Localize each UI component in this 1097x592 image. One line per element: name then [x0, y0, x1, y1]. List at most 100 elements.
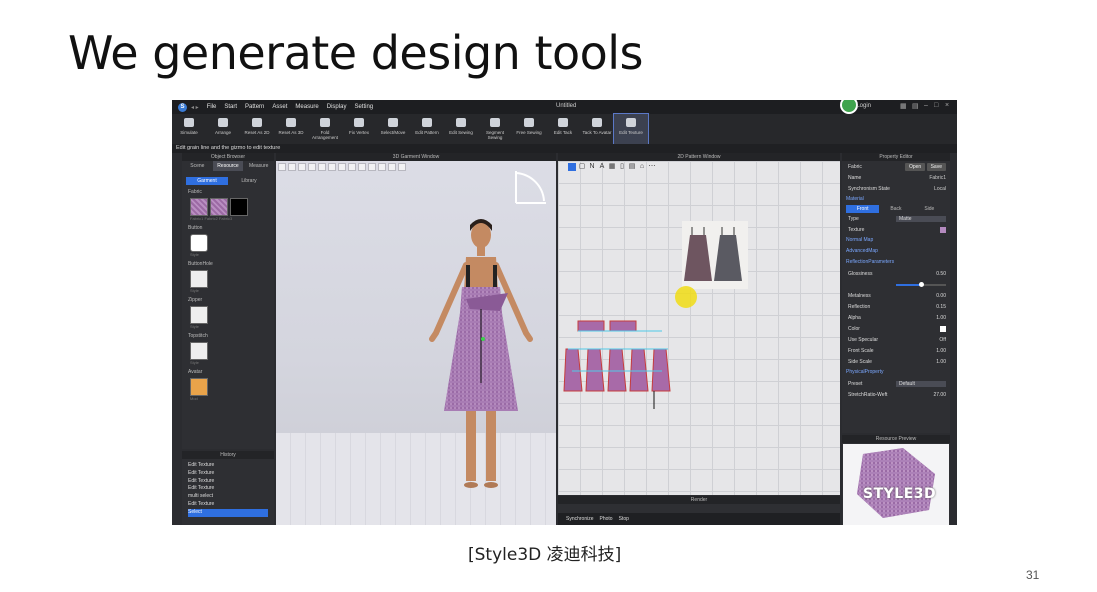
view-icon[interactable]: [278, 163, 286, 171]
tool-reset-2d[interactable]: Reset As 2D: [240, 114, 274, 144]
history-item[interactable]: Edit Texture: [188, 501, 268, 509]
fabric-thumb-1[interactable]: [190, 198, 208, 216]
nav-arrows-icon[interactable]: ◂ ▸: [191, 104, 199, 111]
category-fabric[interactable]: Fabric: [188, 189, 274, 195]
garment-3d-window[interactable]: 3D Garment Window: [276, 153, 556, 525]
hanger-icon[interactable]: ⌂: [638, 163, 646, 171]
view-icon[interactable]: [318, 163, 326, 171]
category-buttonhole[interactable]: ButtonHole: [188, 261, 274, 267]
tool-tack-to-avatar[interactable]: Tack To Avatar: [580, 114, 614, 144]
material-section[interactable]: Material: [842, 194, 950, 205]
tool-segment-sewing[interactable]: Segment Sewing: [478, 114, 512, 144]
tab-resource[interactable]: Resource: [212, 161, 244, 171]
avatar-thumb[interactable]: [190, 378, 208, 396]
app-logo-icon[interactable]: S: [178, 102, 187, 112]
history-item[interactable]: Edit Texture: [188, 470, 268, 478]
close-icon[interactable]: ×: [945, 102, 949, 109]
tab-measure[interactable]: Measure: [243, 161, 274, 171]
view-icon[interactable]: [288, 163, 296, 171]
tab-scene[interactable]: Scene: [182, 161, 213, 171]
layer-icon[interactable]: ▤: [628, 163, 636, 171]
glossiness-slider[interactable]: [896, 281, 946, 287]
pattern-2d-window[interactable]: 2D Pattern Window ▢ N A ▦ ▯ ▤ ⌂ ⋯: [558, 153, 840, 495]
view-icon[interactable]: [338, 163, 346, 171]
reference-image[interactable]: [682, 221, 748, 289]
view-icon[interactable]: [378, 163, 386, 171]
tool-simulate[interactable]: Simulate: [172, 114, 206, 144]
view-icon[interactable]: [358, 163, 366, 171]
maximize-icon[interactable]: □: [934, 102, 938, 109]
advanced-map-section[interactable]: AdvancedMap: [842, 246, 950, 257]
minimize-icon[interactable]: –: [924, 102, 928, 109]
tab-back[interactable]: Back: [879, 205, 912, 213]
topstitch-thumb[interactable]: [190, 342, 208, 360]
menu-pattern[interactable]: Pattern: [245, 104, 264, 110]
category-topstitch[interactable]: Topstitch: [188, 333, 274, 339]
open-button[interactable]: Open: [904, 162, 926, 171]
grid-icon[interactable]: ▦: [608, 163, 616, 171]
button-thumb[interactable]: [190, 234, 208, 252]
frame-icon[interactable]: ▢: [578, 163, 586, 171]
tool-edit-texture[interactable]: Edit Texture: [613, 113, 649, 145]
specular-toggle[interactable]: Off: [939, 337, 946, 343]
layout-icon[interactable]: ▦: [900, 102, 907, 110]
tool-edit-pattern[interactable]: Edit Pattern: [410, 114, 444, 144]
name-value[interactable]: Fabric1: [929, 175, 946, 181]
tab-side[interactable]: Side: [913, 205, 946, 213]
save-button[interactable]: Save: [926, 162, 946, 171]
select-pattern-icon[interactable]: [568, 163, 576, 171]
view-icon[interactable]: [368, 163, 376, 171]
more-icon[interactable]: ⋯: [648, 163, 656, 171]
login-link[interactable]: Login: [856, 103, 871, 109]
view-icon[interactable]: [388, 163, 396, 171]
view-icon[interactable]: [348, 163, 356, 171]
tool-edit-sewing[interactable]: Edit Sewing: [444, 114, 478, 144]
history-item-selected[interactable]: Select: [188, 508, 268, 517]
tool-reset-3d[interactable]: Reset As 3D: [274, 114, 308, 144]
history-item[interactable]: Edit Texture: [188, 462, 268, 470]
view-icon[interactable]: [308, 163, 316, 171]
zipper-thumb[interactable]: [190, 306, 208, 324]
normal-map-section[interactable]: Normal Map: [842, 235, 950, 246]
stop-button[interactable]: Stop: [619, 513, 629, 525]
user-avatar[interactable]: [840, 100, 858, 114]
physical-property-section[interactable]: PhysicalProperty: [842, 367, 950, 378]
tool-arrange[interactable]: Arrange: [206, 114, 240, 144]
tab-front[interactable]: Front: [846, 205, 880, 213]
type-dropdown[interactable]: Matte: [896, 215, 946, 222]
subtab-library[interactable]: Library: [228, 177, 270, 185]
history-item[interactable]: Edit Texture: [188, 485, 268, 493]
tool-edit-tack[interactable]: Edit Tack: [546, 114, 580, 144]
view-icon[interactable]: [398, 163, 406, 171]
view-gizmo-icon[interactable]: [512, 167, 548, 207]
color-swatch[interactable]: [940, 325, 946, 332]
category-avatar[interactable]: Avatar: [188, 369, 274, 375]
menu-display[interactable]: Display: [327, 104, 347, 110]
preset-dropdown[interactable]: Default: [896, 380, 946, 387]
n-icon[interactable]: N: [588, 163, 596, 171]
fabric-thumb-3[interactable]: [230, 198, 248, 216]
synchronize-button[interactable]: Synchronize: [566, 513, 594, 525]
a-icon[interactable]: A: [598, 163, 606, 171]
menu-asset[interactable]: Asset: [272, 104, 287, 110]
history-item[interactable]: multi select: [188, 493, 268, 501]
copy-icon[interactable]: ▯: [618, 163, 626, 171]
view-icon[interactable]: [328, 163, 336, 171]
tool-fold-arrangement[interactable]: Fold Arrangement: [308, 114, 342, 144]
tool-select-move[interactable]: Select/Move: [376, 114, 410, 144]
menu-measure[interactable]: Measure: [295, 104, 318, 110]
menu-file[interactable]: File: [207, 104, 217, 110]
category-button[interactable]: Button: [188, 225, 274, 231]
view-icon[interactable]: [298, 163, 306, 171]
menu-setting[interactable]: Setting: [354, 104, 373, 110]
fabric-thumb-2[interactable]: [210, 198, 228, 216]
reflection-section[interactable]: ReflectionParameters: [842, 257, 950, 268]
tool-free-sewing[interactable]: Free Sewing: [512, 114, 546, 144]
category-zipper[interactable]: Zipper: [188, 297, 274, 303]
menu-start[interactable]: Start: [224, 104, 237, 110]
buttonhole-thumb[interactable]: [190, 270, 208, 288]
photo-button[interactable]: Photo: [600, 513, 613, 525]
subtab-garment[interactable]: Garment: [186, 177, 228, 185]
tool-fix-vertex[interactable]: Fix Vertex: [342, 114, 376, 144]
pattern-pieces[interactable]: [558, 313, 840, 413]
